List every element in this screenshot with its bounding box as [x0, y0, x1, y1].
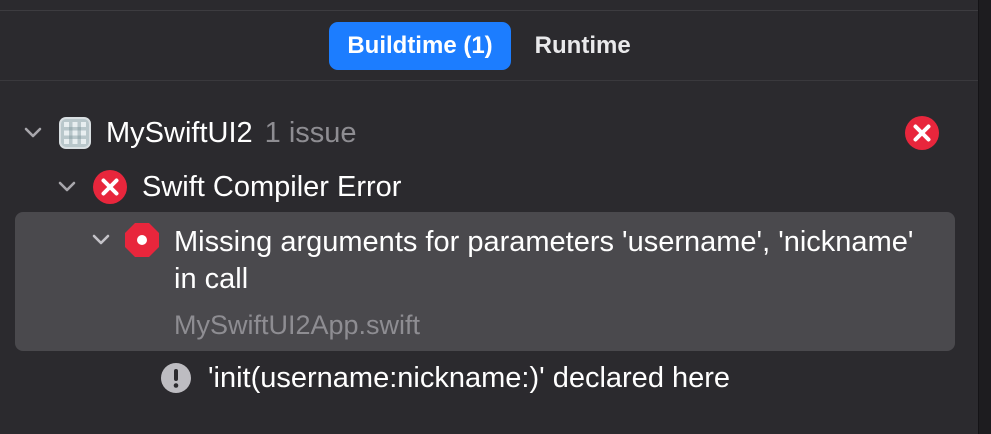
issue-file-name[interactable]: MySwiftUI2App.swift — [174, 310, 420, 341]
issue-type-segmented-control: Buildtime (1) Runtime — [0, 22, 978, 70]
tab-runtime[interactable]: Runtime — [517, 22, 649, 70]
header-divider — [0, 80, 978, 81]
top-divider — [0, 10, 978, 11]
issue-count: 1 issue — [264, 116, 357, 149]
chevron-down-icon[interactable] — [56, 176, 78, 198]
chevron-down-icon[interactable] — [90, 229, 112, 251]
error-group-row[interactable]: Swift Compiler Error — [56, 166, 401, 208]
note-row[interactable]: 'init(username:nickname:)' declared here — [160, 358, 730, 398]
note-message: 'init(username:nickname:)' declared here — [208, 361, 731, 394]
project-row[interactable]: MySwiftUI2 1 issue — [22, 112, 357, 154]
tab-buildtime[interactable]: Buildtime (1) — [329, 22, 511, 70]
error-x-icon — [904, 115, 940, 151]
window-edge — [978, 0, 991, 434]
project-icon — [58, 116, 92, 150]
chevron-down-icon[interactable] — [22, 122, 44, 144]
exclamation-icon — [160, 362, 192, 394]
stop-error-icon — [124, 222, 160, 258]
error-x-icon — [92, 169, 128, 205]
issue-navigator: Buildtime (1) Runtime MySwiftUI2 1 issue… — [0, 0, 991, 434]
issue-message: Missing arguments for parameters 'userna… — [174, 226, 914, 295]
project-name: MySwiftUI2 — [106, 116, 253, 149]
error-group-title: Swift Compiler Error — [142, 170, 402, 203]
